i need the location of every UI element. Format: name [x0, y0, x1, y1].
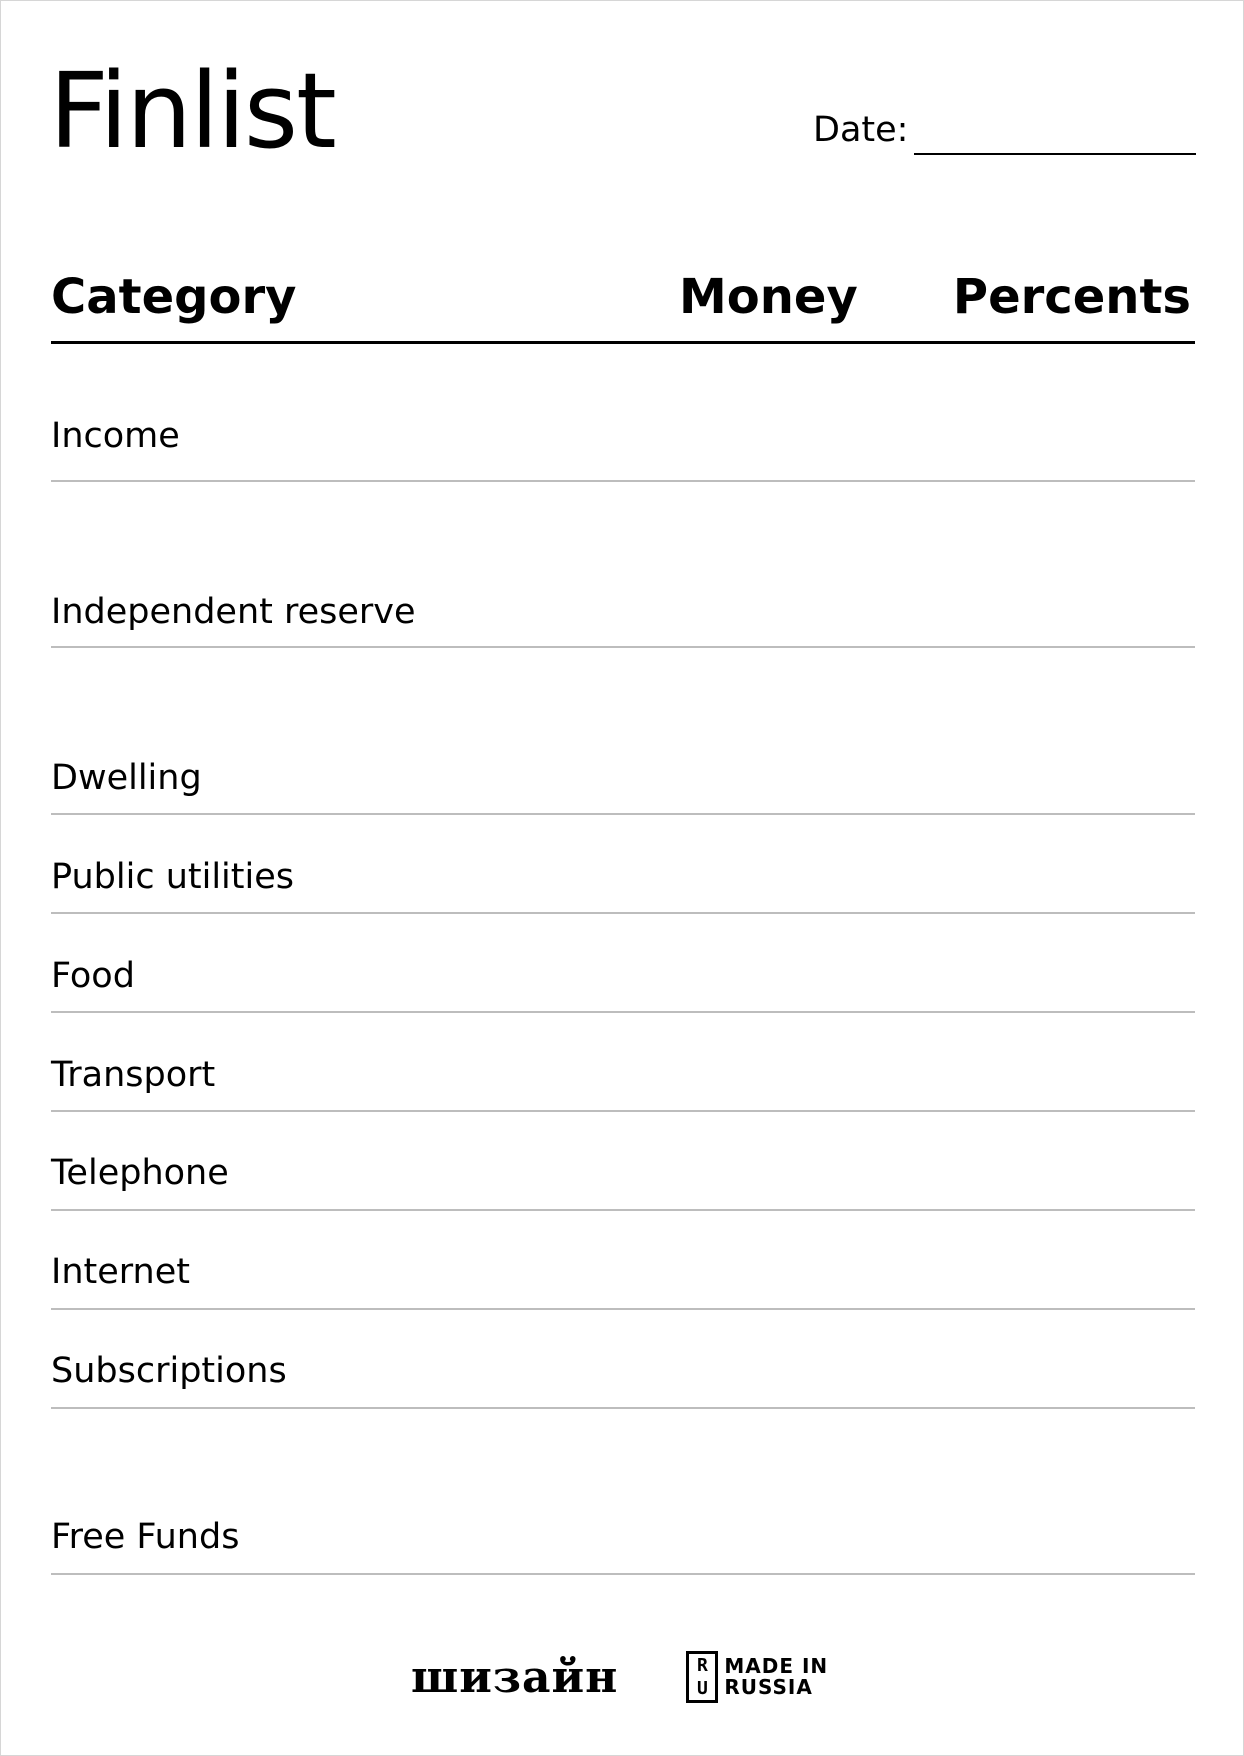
row-label-income: Income	[51, 416, 180, 456]
row-line-public-utilities[interactable]	[51, 912, 1195, 914]
made-in-russia-icon: R U	[686, 1651, 719, 1703]
header-divider	[51, 341, 1195, 344]
row-line-income[interactable]	[51, 480, 1195, 482]
date-blank-line[interactable]	[914, 153, 1196, 155]
badge-line-2: RUSSIA	[724, 1675, 813, 1699]
row-line-subscriptions[interactable]	[51, 1407, 1195, 1409]
footer-logos: шизайн R U MADE IN RUSSIA	[411, 1651, 828, 1703]
row-label-food: Food	[51, 956, 135, 996]
row-label-internet: Internet	[51, 1252, 190, 1292]
row-line-independent-reserve[interactable]	[51, 646, 1195, 648]
column-header-money: Money	[679, 269, 858, 325]
row-label-dwelling: Dwelling	[51, 758, 202, 798]
row-label-telephone: Telephone	[51, 1153, 229, 1193]
row-label-subscriptions: Subscriptions	[51, 1351, 287, 1391]
row-line-dwelling[interactable]	[51, 813, 1195, 815]
column-header-category: Category	[51, 269, 297, 325]
badge-letter-r: R	[696, 1654, 708, 1676]
row-line-free-funds[interactable]	[51, 1573, 1195, 1575]
finlist-page: Finlist Date: Category Money Percents In…	[0, 0, 1244, 1756]
brand-logo: шизайн	[411, 1651, 619, 1703]
row-label-transport: Transport	[51, 1055, 216, 1095]
date-label: Date:	[813, 110, 909, 150]
row-label-independent-reserve: Independent reserve	[51, 592, 416, 632]
page-title: Finlist	[49, 50, 337, 172]
badge-letter-u: U	[696, 1677, 708, 1699]
row-line-telephone[interactable]	[51, 1209, 1195, 1211]
column-header-percents: Percents	[952, 269, 1191, 325]
row-line-internet[interactable]	[51, 1308, 1195, 1310]
row-label-public-utilities: Public utilities	[51, 857, 295, 897]
row-label-free-funds: Free Funds	[51, 1517, 240, 1557]
row-line-food[interactable]	[51, 1011, 1195, 1013]
made-in-russia-logo: R U MADE IN RUSSIA	[686, 1651, 828, 1703]
badge-line-1: MADE IN	[724, 1654, 829, 1678]
made-in-russia-text: MADE IN RUSSIA	[724, 1656, 828, 1698]
row-line-transport[interactable]	[51, 1110, 1195, 1112]
